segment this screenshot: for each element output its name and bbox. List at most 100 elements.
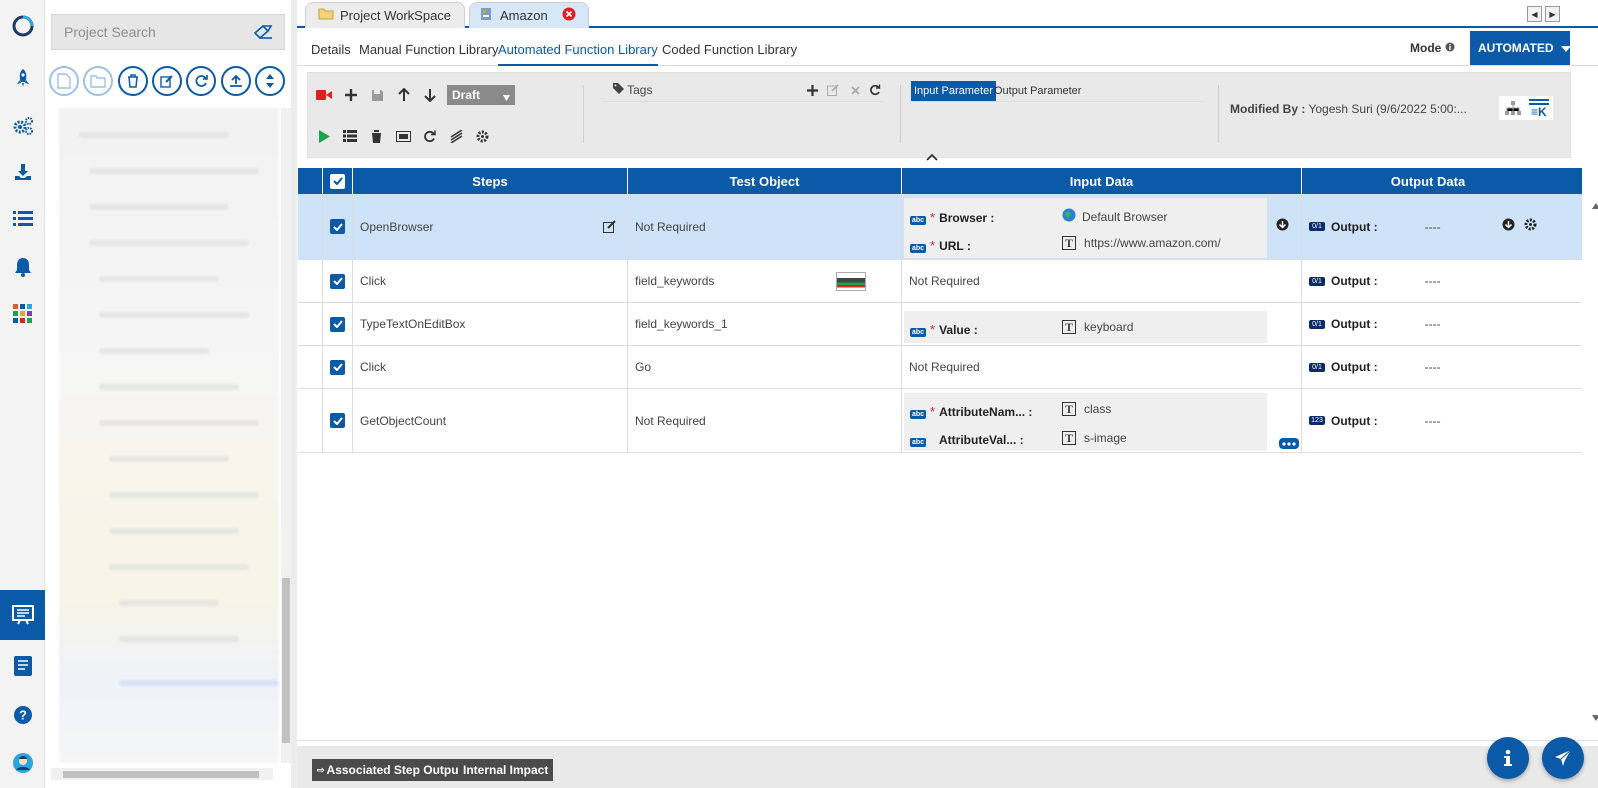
bell-icon[interactable] (11, 255, 35, 279)
save-icon[interactable] (368, 86, 386, 104)
step-cell[interactable]: Click (353, 260, 628, 302)
download-icon[interactable] (11, 160, 35, 184)
move-up-icon[interactable] (395, 86, 413, 104)
header-test-object[interactable]: Test Object (628, 168, 902, 194)
tab-project-workspace[interactable]: Project WorkSpace (305, 2, 465, 28)
param-value[interactable]: T keyboard (1062, 320, 1133, 334)
associated-step-output-button[interactable]: ⇨ Associated Step Output (312, 759, 468, 781)
expand-output-icon[interactable] (1502, 218, 1515, 234)
plane-fab-button[interactable] (1542, 737, 1584, 779)
test-object-cell[interactable]: field_keywords_1 (628, 303, 902, 345)
move-down-icon[interactable] (421, 86, 439, 104)
tab-coded-function-library[interactable]: Coded Function Library (662, 42, 797, 66)
tree-vertical-scrollbar[interactable] (281, 108, 291, 763)
header-select-all[interactable] (323, 168, 353, 194)
new-file-button[interactable] (49, 66, 79, 96)
select-all-checkbox[interactable] (330, 173, 345, 189)
test-object-cell[interactable]: field_keywords (628, 260, 902, 302)
param-value[interactable]: T class (1062, 402, 1111, 416)
table-row[interactable]: GetObjectCount Not Required abc * Attribut… (298, 389, 1582, 453)
list-view-icon[interactable] (341, 127, 359, 145)
close-tab-icon[interactable] (562, 7, 576, 24)
edit-button[interactable] (152, 66, 182, 96)
step-cell[interactable]: TypeTextOnEditBox (353, 303, 628, 345)
step-cell[interactable]: OpenBrowser (353, 194, 628, 259)
object-snapshot-thumbnail[interactable] (836, 272, 866, 291)
mode-dropdown-button[interactable]: AUTOMATED (1470, 31, 1571, 65)
header-input-data[interactable]: Input Data (902, 168, 1302, 194)
tab-manual-function-library[interactable]: Manual Function Library (359, 42, 498, 66)
edit-step-icon[interactable] (603, 220, 617, 236)
list-icon[interactable] (11, 207, 35, 231)
param-value[interactable]: Default Browser (1062, 208, 1167, 225)
output-data-cell[interactable]: 0/1 Output : ---- (1302, 346, 1554, 388)
table-row[interactable]: Click field_keywords Not Required 0/1 Ou… (298, 260, 1582, 303)
param-value[interactable]: T s-image (1062, 431, 1127, 445)
gears-icon[interactable] (11, 114, 35, 138)
open-folder-button[interactable] (83, 66, 113, 96)
step-cell[interactable]: Click (353, 346, 628, 388)
info-fab-button[interactable] (1487, 737, 1529, 779)
user-avatar-icon[interactable] (11, 751, 35, 775)
tab-automated-function-library[interactable]: Automated Function Library (498, 42, 658, 66)
input-data-cell[interactable]: Not Required (902, 346, 1302, 388)
refresh-tags-icon[interactable] (866, 81, 884, 99)
row-checkbox[interactable] (330, 316, 345, 332)
hierarchy-icon[interactable] (1505, 101, 1521, 118)
input-data-cell[interactable]: Not Required (902, 260, 1302, 302)
add-tag-icon[interactable] (803, 81, 821, 99)
table-row[interactable]: Click Go Not Required 0/1 Output : ---- (298, 346, 1582, 389)
status-dropdown[interactable]: Draft (447, 85, 515, 105)
row-checkbox[interactable] (330, 219, 345, 234)
grid-vertical-scrollbar[interactable] (1591, 194, 1598, 724)
test-object-cell[interactable]: Not Required (628, 194, 902, 259)
eraser-icon[interactable] (253, 24, 274, 42)
apps-grid-icon[interactable] (11, 302, 35, 326)
delete-button[interactable] (118, 66, 148, 96)
settings-gear-icon[interactable] (473, 127, 491, 145)
object-spy-icon[interactable] (394, 127, 412, 145)
output-data-cell[interactable]: 123 Output : ---- (1302, 389, 1554, 452)
edit-tag-icon[interactable] (824, 81, 842, 99)
output-data-cell[interactable]: 0/1 Output : ---- (1302, 260, 1554, 302)
param-value[interactable]: T https://www.amazon.com/ (1062, 236, 1221, 250)
info-icon[interactable] (1445, 41, 1455, 55)
table-row[interactable]: OpenBrowser Not Required abc * Browser : D… (298, 194, 1582, 260)
layers-icon[interactable] (447, 127, 465, 145)
project-search-input[interactable]: Project Search (51, 14, 285, 50)
step-cell[interactable]: GetObjectCount (353, 389, 628, 452)
rocket-icon[interactable] (11, 66, 35, 90)
upload-button[interactable] (221, 66, 251, 96)
record-icon[interactable] (315, 86, 333, 104)
tab-scroll-left-icon[interactable]: ◀ (1527, 6, 1542, 22)
add-step-icon[interactable] (342, 86, 360, 104)
table-row[interactable]: TypeTextOnEditBox field_keywords_1 abc * V… (298, 303, 1582, 346)
test-plan-icon[interactable] (11, 603, 35, 627)
row-checkbox[interactable] (330, 273, 345, 289)
internal-impact-button[interactable]: Internal Impact (458, 759, 554, 781)
keyword-view-icon[interactable]: ≡K (1529, 99, 1549, 120)
output-parameter-toggle[interactable]: Output Parameter (991, 81, 1084, 101)
play-icon[interactable] (315, 127, 333, 145)
trash-icon[interactable] (367, 127, 385, 145)
test-object-cell[interactable]: Go (628, 346, 902, 388)
sync-icon[interactable] (420, 127, 438, 145)
header-steps[interactable]: Steps (353, 168, 628, 194)
tab-details[interactable]: Details (311, 42, 351, 66)
expand-collapse-button[interactable] (255, 66, 285, 96)
collapse-toolbar-chevron-icon[interactable] (925, 151, 939, 161)
tab-scroll-right-icon[interactable]: ▶ (1545, 6, 1560, 22)
input-parameter-toggle[interactable]: Input Parameter (911, 81, 996, 101)
book-icon[interactable] (11, 654, 35, 678)
help-icon[interactable]: ? (11, 703, 35, 727)
expand-params-icon[interactable] (1276, 218, 1289, 234)
header-output-data[interactable]: Output Data (1302, 168, 1554, 194)
remove-tag-icon[interactable] (846, 81, 864, 99)
row-checkbox[interactable] (330, 359, 345, 375)
test-object-cell[interactable]: Not Required (628, 389, 902, 452)
refresh-button[interactable] (186, 66, 216, 96)
more-options-icon[interactable] (1279, 438, 1299, 449)
tree-horizontal-scrollbar[interactable] (51, 768, 273, 780)
logo-icon[interactable] (11, 14, 35, 38)
output-data-cell[interactable]: 0/1 Output : ---- (1302, 303, 1554, 345)
